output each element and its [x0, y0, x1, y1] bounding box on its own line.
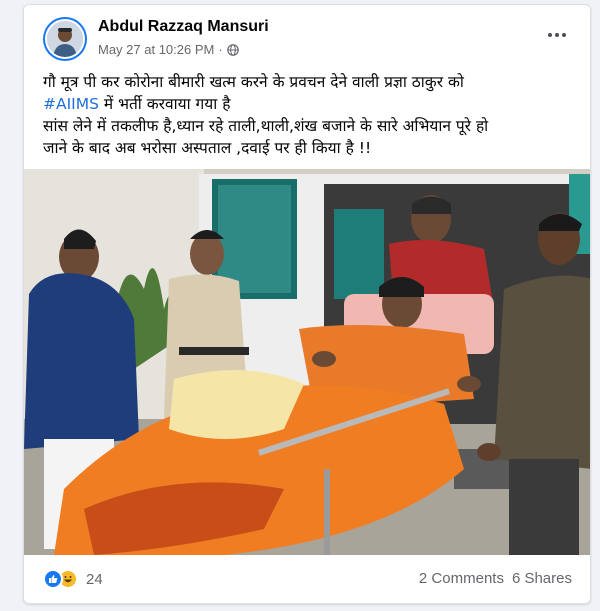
engagement-links: 2 Comments 6 Shares — [419, 570, 572, 587]
author-name[interactable]: Abdul Razzaq Mansuri — [98, 18, 269, 36]
post-photo[interactable] — [24, 169, 591, 555]
post-card: Abdul Razzaq Mansuri May 27 at 10:26 PM … — [23, 4, 591, 604]
meta-separator: · — [218, 42, 223, 57]
post-text-line-1: गौ मूत्र पी कर कोरोना बीमारी खत्म करने क… — [43, 73, 464, 91]
reaction-count: 24 — [86, 570, 103, 588]
more-options-icon[interactable] — [542, 25, 572, 45]
like-icon — [43, 569, 63, 589]
reactions-summary[interactable]: 24 — [43, 567, 103, 591]
post-text-line-3: सांस लेने में तकलीफ है,ध्यान रहे ताली,था… — [43, 117, 489, 135]
comments-count-link[interactable]: 2 Comments — [419, 570, 504, 587]
hashtag-link[interactable]: #AIIMS — [43, 95, 99, 113]
globe-icon[interactable] — [226, 43, 239, 56]
post-text: गौ मूत्र पी कर कोरोना बीमारी खत्म करने क… — [43, 71, 583, 159]
post-text-line-2-rest: में भर्ती करवाया गया है — [98, 95, 231, 113]
author-avatar[interactable] — [43, 17, 87, 61]
post-text-line-2: #AIIMS में भर्ती करवाया गया है — [43, 93, 583, 115]
post-meta: May 27 at 10:26 PM · — [98, 42, 239, 57]
avatar-image — [47, 21, 83, 57]
shares-count-link[interactable]: 6 Shares — [512, 570, 572, 587]
post-timestamp[interactable]: May 27 at 10:26 PM — [98, 42, 214, 57]
post-text-line-4: जाने के बाद अब भरोसा अस्पताल ,दवाई पर ही… — [43, 139, 372, 157]
